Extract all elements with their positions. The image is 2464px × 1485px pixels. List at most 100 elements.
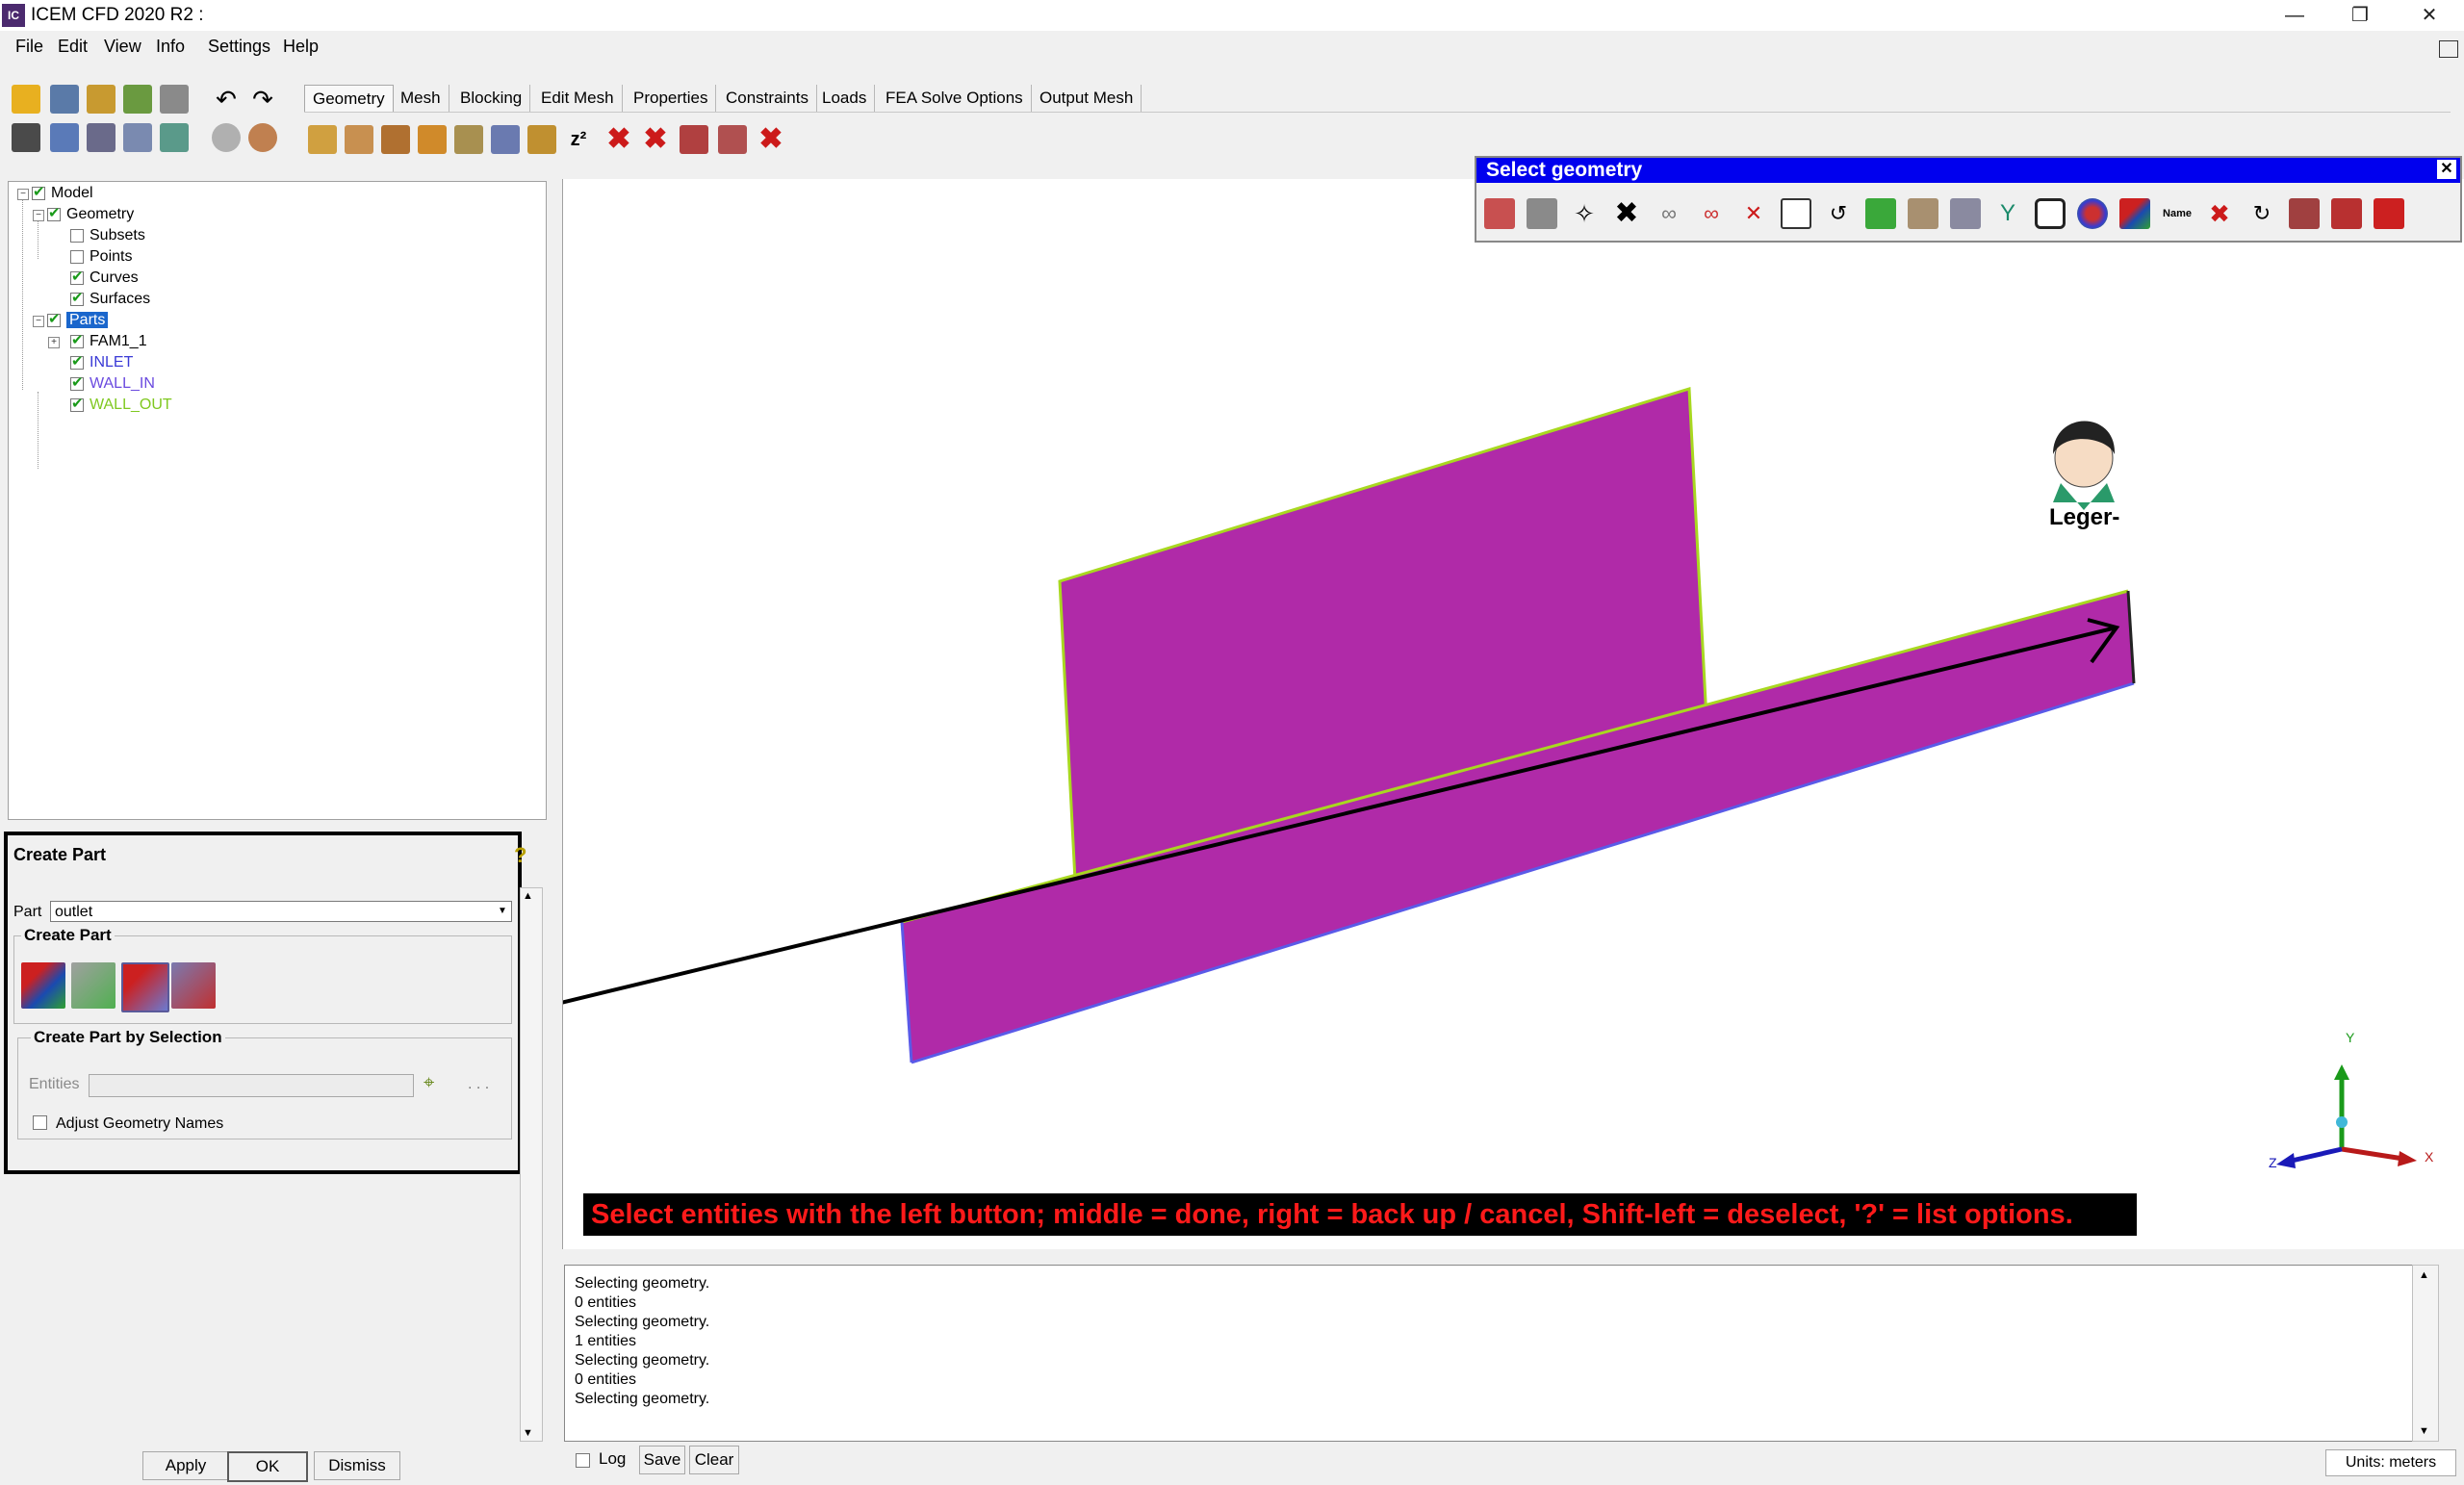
menu-settings[interactable]: Settings	[208, 37, 270, 57]
measure-icon[interactable]	[87, 123, 116, 152]
expand-fam1-icon[interactable]: +	[48, 337, 60, 348]
remove-item-icon[interactable]	[2289, 198, 2320, 229]
select-y-icon[interactable]: Y	[1992, 198, 2023, 229]
select-subset-icon[interactable]: ↻	[2246, 198, 2277, 229]
create-surface-icon[interactable]	[381, 125, 410, 154]
checkbox-part[interactable]	[70, 373, 84, 393]
checkbox-geometry[interactable]	[47, 204, 61, 223]
open-geometry-icon[interactable]	[87, 85, 116, 114]
toggle-selection-icon[interactable]: ✖	[1611, 198, 1642, 229]
select-by-color-icon[interactable]	[2077, 198, 2108, 229]
tree-item-parts[interactable]: Parts	[47, 310, 109, 330]
close-button[interactable]: ✕	[2399, 0, 2460, 31]
delete-any-entity-icon[interactable]: ✖	[757, 125, 785, 154]
create-part-by-bounding-box-button[interactable]	[71, 962, 116, 1009]
delete-curve-icon[interactable]: ✖	[641, 125, 670, 154]
expand-model-icon[interactable]: −	[17, 189, 29, 200]
create-part-by-selection-button[interactable]	[21, 962, 65, 1009]
cancel-selection-icon[interactable]: ✕	[1738, 198, 1769, 229]
expand-parts-icon[interactable]: −	[33, 316, 44, 327]
scroll-up-icon[interactable]: ▲	[523, 890, 533, 902]
create-faceted-icon[interactable]	[454, 125, 483, 154]
save-project-icon[interactable]	[50, 85, 79, 114]
redo-icon[interactable]: ↷	[248, 85, 277, 114]
entities-input[interactable]	[89, 1074, 414, 1097]
tab-properties[interactable]: Properties	[626, 85, 717, 112]
menu-view[interactable]: View	[104, 37, 141, 57]
clear-log-button[interactable]: Clear	[689, 1446, 739, 1474]
dismiss-button[interactable]: Dismiss	[314, 1451, 400, 1480]
scroll-down-icon[interactable]: ▼	[523, 1427, 533, 1439]
checkbox-points[interactable]	[70, 249, 84, 264]
minimize-button[interactable]: —	[2264, 0, 2325, 31]
tab-blocking[interactable]: Blocking	[452, 85, 531, 112]
tree-item-model[interactable]: Model	[32, 183, 93, 203]
select-by-edge-icon[interactable]: ↺	[1823, 198, 1854, 229]
tab-output-mesh[interactable]: Output Mesh	[1032, 85, 1142, 112]
checkbox-surfaces[interactable]	[70, 289, 84, 308]
help-icon[interactable]: ?	[514, 843, 533, 868]
save-log-button[interactable]: Save	[639, 1446, 685, 1474]
solid-shading-icon[interactable]	[248, 123, 277, 152]
create-curve-icon[interactable]	[345, 125, 373, 154]
restore-entities-icon[interactable]: z²	[564, 125, 593, 154]
tree-item-surfaces[interactable]: Surfaces	[70, 289, 150, 309]
menu-edit[interactable]: Edit	[58, 37, 88, 57]
tree-item-part[interactable]: INLET	[70, 352, 133, 372]
select-all-icon[interactable]: ∞	[1696, 198, 1727, 229]
select-entities-icon[interactable]: ⌖	[424, 1072, 434, 1094]
scroll-down-icon[interactable]: ▼	[2419, 1425, 2429, 1437]
select-curves-icon[interactable]	[1908, 198, 1938, 229]
remove-all-icon[interactable]	[2331, 198, 2362, 229]
fit-window-icon[interactable]	[12, 123, 40, 152]
refresh-icon[interactable]	[160, 123, 189, 152]
exit-selection-icon[interactable]	[2374, 198, 2404, 229]
menu-info[interactable]: Info	[156, 37, 185, 57]
log-checkbox[interactable]	[576, 1453, 590, 1468]
delete-point-icon[interactable]: ✖	[604, 125, 633, 154]
select-by-name-icon[interactable]: Name	[2162, 198, 2193, 229]
graphics-viewport[interactable]: Leger- Y X Z	[562, 179, 2464, 1249]
tab-geometry[interactable]: Geometry	[304, 85, 394, 113]
create-part-from-entities-button[interactable]	[121, 962, 169, 1012]
maximize-button[interactable]: ❐	[2329, 0, 2391, 31]
adjust-geometry-names-checkbox[interactable]	[33, 1115, 47, 1130]
create-point-icon[interactable]	[308, 125, 337, 154]
select-points-icon[interactable]	[1950, 198, 1981, 229]
select-surfaces-icon[interactable]	[1865, 198, 1896, 229]
tree-item-curves[interactable]: Curves	[70, 268, 139, 288]
zoom-box-icon[interactable]	[50, 123, 79, 152]
create-body-icon[interactable]	[418, 125, 447, 154]
checkbox-part[interactable]	[70, 352, 84, 371]
log-scrollbar[interactable]: ▲ ▼	[2412, 1265, 2439, 1442]
delete-body-icon[interactable]	[718, 125, 747, 154]
part-name-combobox[interactable]: outlet ▼	[50, 901, 512, 922]
checkbox-curves[interactable]	[70, 268, 84, 287]
list-entities-button[interactable]: . . .	[468, 1076, 489, 1093]
dropdown-arrow-icon[interactable]: ▼	[494, 902, 511, 921]
create-part-by-color-button[interactable]	[171, 962, 216, 1009]
geometry-canvas[interactable]	[563, 179, 2464, 1249]
apply-button[interactable]: Apply	[142, 1451, 229, 1480]
ok-button[interactable]: OK	[227, 1451, 308, 1482]
save-mesh-icon[interactable]	[160, 85, 189, 114]
select-by-part-icon[interactable]	[2119, 198, 2150, 229]
tree-item-part[interactable]: WALL_OUT	[70, 395, 172, 415]
tree-item-points[interactable]: Points	[70, 247, 132, 267]
checkbox-part[interactable]	[70, 395, 84, 414]
deselect-icon[interactable]: ✖	[2204, 198, 2235, 229]
tab-mesh[interactable]: Mesh	[393, 85, 449, 112]
checkbox-subsets[interactable]	[70, 228, 84, 243]
panel-scrollbar[interactable]: ▲ ▼	[520, 887, 543, 1442]
tree-item-part[interactable]: FAM1_1	[70, 331, 147, 351]
scroll-up-icon[interactable]: ▲	[2419, 1269, 2429, 1281]
geometry-transform-icon[interactable]	[527, 125, 556, 154]
tab-loads[interactable]: Loads	[814, 85, 876, 112]
tab-constraints[interactable]: Constraints	[718, 85, 817, 112]
checkbox-part[interactable]	[70, 331, 84, 350]
checkbox-parts[interactable]	[47, 310, 61, 329]
delete-surface-icon[interactable]	[680, 125, 708, 154]
tree-item-subsets[interactable]: Subsets	[70, 226, 145, 245]
toggle-box-select-icon[interactable]	[1781, 198, 1811, 229]
undo-icon[interactable]: ↶	[212, 85, 241, 114]
